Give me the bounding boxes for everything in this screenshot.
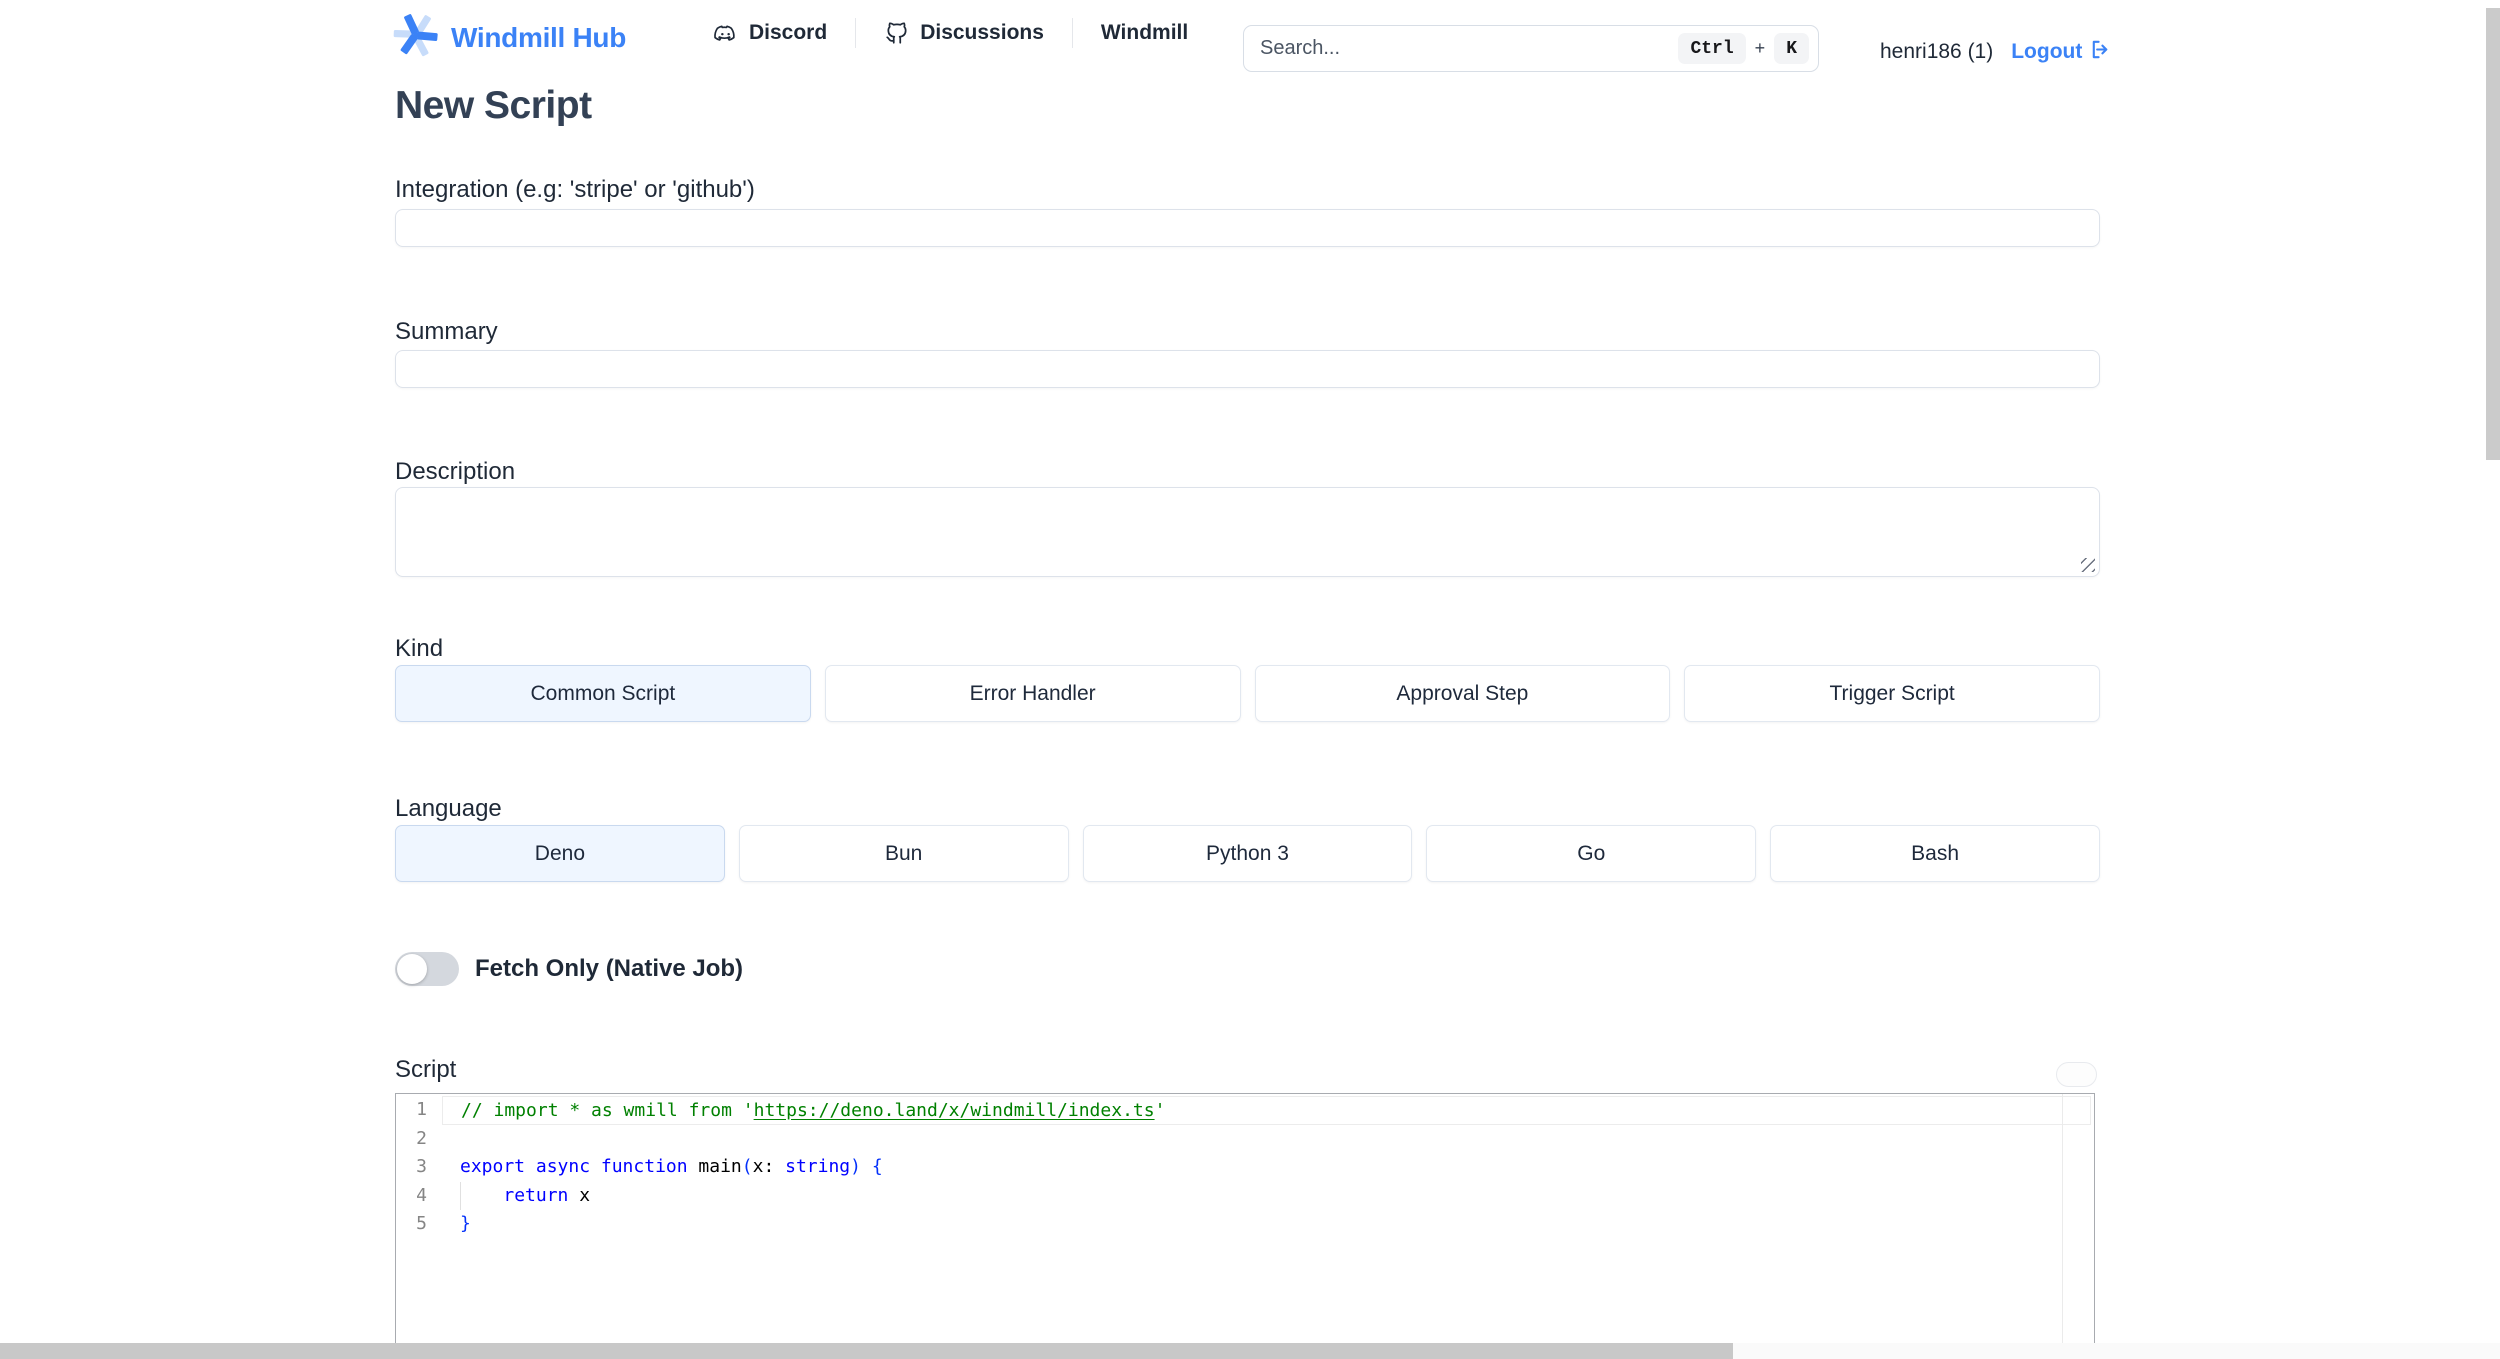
nav-link-discussions[interactable]: Discussions [884,20,1044,46]
description-textarea[interactable] [395,487,2100,577]
code-line-content: return x [442,1181,2091,1210]
code-line[interactable]: 1 // import * as wmill from 'https://deno… [396,1096,2094,1125]
logout-icon [2089,38,2112,66]
code-line-content: } [442,1210,2091,1239]
fetch-only-label: Fetch Only (Native Job) [475,955,744,982]
integration-label: Integration (e.g: 'stripe' or 'github') [395,176,755,203]
kind-option-trigger-script[interactable]: Trigger Script [1684,665,2100,722]
code-token: ' [1154,1100,1166,1121]
language-label: Language [395,795,502,822]
fetch-only-row: Fetch Only (Native Job) [395,952,743,986]
header: Windmill Hub Discord Discussions Windmill … [0,0,2500,80]
search-box[interactable]: Ctrl + K [1243,25,1819,72]
kind-option-error-handler[interactable]: Error Handler [824,665,1241,722]
line-number: 3 [416,1156,427,1177]
nav-separator [1071,18,1073,48]
nav-link-discord[interactable]: Discord [712,20,827,47]
language-option-bash[interactable]: Bash [1770,825,2100,882]
toggle-knob [397,954,427,984]
code-line-content: // import * as wmill from 'https://deno.… [442,1096,2091,1125]
code-token: string [785,1156,851,1177]
line-number: 1 [416,1099,427,1120]
github-icon [884,20,910,46]
header-nav: Discord Discussions Windmill [712,0,1188,66]
code-token: x: [752,1156,786,1177]
code-token: x [568,1184,591,1206]
language-option-bun[interactable]: Bun [738,825,1069,882]
main-content: New Script Integration (e.g: 'stripe' or… [395,80,2100,1359]
indent-guide [460,1181,461,1210]
k-key-badge: K [1774,33,1809,64]
description-field-wrap [395,487,2100,577]
code-line-content [442,1125,2091,1154]
logo-text: Windmill Hub [451,21,627,53]
code-line[interactable]: 5} [396,1210,2094,1239]
windmill-logo-icon [393,12,439,63]
nav-link-label: Discord [749,21,828,44]
nav-link-label: Discussions [920,21,1044,44]
user-area: henri186 (1) Logout [1880,38,2112,66]
language-options: Deno Bun Python 3 Go Bash [395,825,2100,882]
code-token: { [871,1156,883,1177]
nav-link-windmill[interactable]: Windmill [1101,21,1188,45]
description-label: Description [395,458,516,485]
code-line[interactable]: 3 export async function main(x: string) { [396,1153,2094,1182]
windmill-hub-logo[interactable]: Windmill Hub [393,12,626,63]
code-token: // import * as wmill from ' [461,1100,754,1121]
search-input[interactable] [1260,37,1679,60]
page-title: New Script [395,84,592,127]
code-token: } [460,1213,471,1234]
code-editor[interactable]: 1 // import * as wmill from 'https://deno… [395,1093,2095,1345]
fetch-only-toggle[interactable] [395,952,459,986]
script-label: Script [395,1056,457,1083]
line-number: 5 [416,1213,427,1234]
nav-link-label: Windmill [1100,21,1189,44]
code-token: main [687,1156,742,1177]
code-token: ) [850,1156,861,1177]
code-line-content: export async function main(x: string) { [442,1153,2091,1182]
integration-input[interactable] [395,209,2100,247]
code-lines: 1 // import * as wmill from 'https://deno… [396,1094,2094,1239]
logout-button[interactable]: Logout [2011,38,2112,66]
line-number: 2 [416,1127,427,1149]
vertical-scrollbar-thumb[interactable] [2486,8,2500,460]
summary-label: Summary [395,318,498,345]
summary-input[interactable] [395,350,2100,388]
language-option-go[interactable]: Go [1426,825,1757,882]
page-horizontal-scrollbar[interactable] [0,1343,2500,1359]
line-number: 4 [416,1184,427,1206]
discord-icon [712,20,739,47]
kind-options: Common Script Error Handler Approval Step T… [395,665,2100,722]
ctrl-key-badge: Ctrl [1678,33,1746,64]
editor-scrollbar-track[interactable] [2062,1094,2063,1344]
code-line[interactable]: 4 return x [396,1181,2094,1210]
code-token: export async function [460,1156,688,1177]
editor-toggle-pill[interactable] [2056,1062,2097,1087]
shortcut-plus: + [1754,38,1766,58]
code-token: https://deno.land/x/windmill/index.ts [753,1100,1155,1121]
language-option-deno[interactable]: Deno [395,825,725,882]
language-option-python-3[interactable]: Python 3 [1082,825,1413,882]
kind-option-common-script[interactable]: Common Script [395,665,811,722]
code-token: ( [741,1156,753,1177]
kind-label: Kind [395,635,444,662]
logout-label: Logout [2011,40,2083,63]
kind-option-approval-step[interactable]: Approval Step [1254,665,1671,722]
username: henri186 (1) [1880,40,1994,63]
horizontal-scrollbar-thumb[interactable] [0,1343,1733,1359]
code-line[interactable]: 2 [396,1125,2094,1154]
nav-separator [855,18,857,48]
code-token: return [503,1184,569,1206]
